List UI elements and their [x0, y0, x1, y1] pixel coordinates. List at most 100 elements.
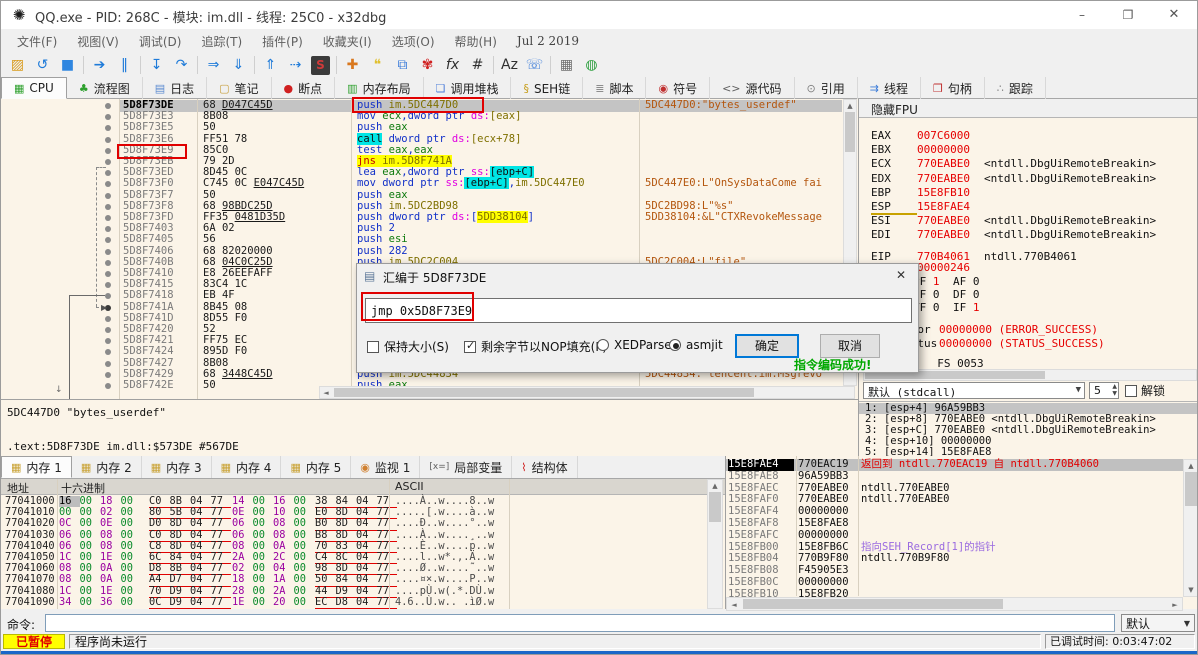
register-row[interactable]: EBX 00000000: [871, 143, 970, 156]
dump-row[interactable]: 77041090 34 00 36 00 0C D9 04 77 1E 00 20 00 EC D8 04 77…: [1, 596, 725, 609]
register-row[interactable]: EDI 770EABE0 <ntdll.DbgUiRemoteBreakin>: [871, 228, 1156, 241]
tab-引用[interactable]: ⊙ 引用: [795, 77, 858, 99]
breakpoint-dot-icon[interactable]: [105, 215, 111, 221]
scroll-thumb[interactable]: [334, 388, 754, 397]
dump-row[interactable]: 77041020 0C 00 0E 00 D0 8D 04 77 06 00 08 00 B0 8D 04 77…: [1, 518, 725, 531]
step-over-icon[interactable]: ↷: [169, 55, 194, 76]
register-row[interactable]: EDX 770EABE0 <ntdll.DbgUiRemoteBreakin>: [871, 172, 1156, 185]
breakpoint-dot-icon[interactable]: [105, 371, 111, 378]
dialog-close-button[interactable]: ✕: [887, 268, 915, 286]
scroll-up-arrow-icon[interactable]: ▲: [1184, 462, 1197, 470]
menu-item-3[interactable]: 调试(D): [129, 31, 192, 52]
breakpoint-dot-icon[interactable]: [105, 125, 111, 132]
labels-icon[interactable]: ⧉: [390, 55, 415, 76]
internet-globe-icon[interactable]: ◍: [579, 55, 604, 76]
command-combo[interactable]: 默认 ▼: [1121, 614, 1195, 632]
scroll-down-arrow-icon[interactable]: ▼: [1184, 586, 1197, 594]
checkbox-icon[interactable]: [1125, 384, 1137, 397]
scroll-up-arrow-icon[interactable]: ▲: [844, 102, 856, 110]
functions-icon[interactable]: fx: [440, 55, 465, 76]
dump-row[interactable]: 77041070 08 00 0A 00 A4 D7 04 77 18 00 1A 00 50 84 04 77…: [1, 574, 725, 587]
pause-icon[interactable]: ‖: [112, 55, 137, 76]
menu-item-6[interactable]: 收藏夹(I): [313, 31, 382, 52]
step-into-icon[interactable]: ↧: [144, 55, 169, 76]
breakpoint-dot-icon[interactable]: [105, 237, 111, 244]
radio-selected-icon[interactable]: [669, 339, 681, 351]
close-button[interactable]: ✕: [1151, 1, 1197, 29]
register-row[interactable]: ECX 770EABE0 <ntdll.DbgUiRemoteBreakin>: [871, 157, 1156, 170]
tab-流程图[interactable]: ♣ 流程图: [67, 77, 143, 99]
breakpoint-dot-icon[interactable]: [105, 170, 111, 177]
breakpoint-dot-icon[interactable]: [105, 360, 111, 367]
step-out-icon[interactable]: ⇓: [226, 55, 251, 76]
xedparse-radio[interactable]: XEDParse: [597, 338, 672, 352]
run-icon[interactable]: ➔: [87, 55, 112, 76]
tab-内存 3[interactable]: ▦ 内存 3: [142, 456, 212, 478]
breakpoint-dot-icon[interactable]: [105, 259, 111, 266]
tab-内存 4[interactable]: ▦ 内存 4: [212, 456, 282, 478]
command-input[interactable]: [45, 614, 1115, 632]
scroll-thumb[interactable]: [1185, 472, 1197, 506]
tab-结构体[interactable]: ⌇ 结构体: [512, 456, 578, 478]
memory-dump-pane[interactable]: ▦ 内存 1 ▦ 内存 2 ▦ 内存 3 ▦ 内存 4 ▦ 内存 5 ◉ 监视 1 [x=] 局部变量 ⌇ 结…: [1, 456, 726, 609]
stack-pane[interactable]: 15E8FAE4 770EAC19 返回到 ntdll.770EAC19 自 ntd…: [726, 456, 1197, 609]
stack-vertical-scrollbar[interactable]: ▲ ▼: [1183, 459, 1197, 597]
tab-线程[interactable]: ⇉ 线程: [858, 77, 921, 99]
breakpoint-dot-icon[interactable]: [105, 147, 111, 154]
tab-调用堆栈[interactable]: ❏ 调用堆栈: [424, 77, 512, 99]
minimize-button[interactable]: –: [1059, 1, 1105, 29]
tab-监视 1[interactable]: ◉ 监视 1: [351, 456, 421, 478]
breakpoint-dot-icon[interactable]: [105, 226, 111, 233]
tab-内存 1[interactable]: ▦ 内存 1: [1, 456, 72, 478]
unlock-checkbox[interactable]: 解锁: [1125, 382, 1165, 399]
scylla-icon[interactable]: S: [311, 55, 330, 75]
breakpoint-dot-icon[interactable]: [105, 349, 111, 356]
argument-count-stepper[interactable]: 5 ▲ ▼: [1089, 382, 1119, 399]
tab-源代码[interactable]: <> 源代码: [710, 77, 795, 99]
breakpoint-dot-icon[interactable]: [105, 192, 111, 199]
breakpoint-dot-icon[interactable]: [105, 383, 111, 389]
stop-icon[interactable]: ■: [55, 55, 80, 76]
ok-button[interactable]: 确定: [735, 334, 799, 358]
menu-item-8[interactable]: 帮助(H): [445, 31, 507, 52]
breakpoint-dot-icon[interactable]: [105, 282, 111, 289]
menu-item-4[interactable]: 追踪(T): [191, 31, 252, 52]
register-row[interactable]: EAX 007C6000: [871, 129, 970, 142]
arguments-pane[interactable]: 1: [esp+4] 96A59BB3 2: [esp+8] 770EABE0 <…: [859, 401, 1197, 458]
nop-fill-checkbox[interactable]: 剩余字节以NOP填充(F): [464, 338, 607, 355]
menu-item-5[interactable]: 插件(P): [252, 31, 313, 52]
scroll-up-arrow-icon[interactable]: ▲: [708, 482, 722, 490]
tab-内存 5[interactable]: ▦ 内存 5: [281, 456, 352, 478]
comments-icon[interactable]: ❝: [365, 55, 390, 76]
tab-日志[interactable]: ▤ 日志: [143, 77, 208, 99]
checkbox-icon[interactable]: [367, 340, 379, 353]
menu-item-2[interactable]: 视图(V): [67, 31, 129, 52]
breakpoint-dot-icon[interactable]: [105, 159, 111, 165]
attach-device-icon[interactable]: ☏: [522, 55, 547, 76]
patches-icon[interactable]: ✚: [340, 55, 365, 76]
scroll-thumb[interactable]: [743, 599, 1003, 609]
tab-句柄[interactable]: ❒ 句柄: [921, 77, 985, 99]
asmjit-radio[interactable]: asmjit: [669, 338, 723, 352]
hide-fpu-button[interactable]: 隐藏FPU: [859, 99, 1197, 118]
scroll-right-arrow-icon[interactable]: ►: [1170, 601, 1180, 609]
breakpoint-dot-icon[interactable]: [105, 338, 111, 345]
scroll-thumb[interactable]: [845, 112, 855, 152]
breakpoint-dot-icon[interactable]: [105, 315, 111, 322]
tab-内存 2[interactable]: ▦ 内存 2: [72, 456, 142, 478]
calculator-icon[interactable]: ▦: [554, 55, 579, 76]
dump-vertical-scrollbar[interactable]: ▲: [707, 479, 723, 609]
keep-size-checkbox[interactable]: 保持大小(S): [367, 338, 449, 355]
run-to-user-code-icon[interactable]: ⇑: [258, 55, 283, 76]
tab-SEH链[interactable]: § SEH链: [511, 77, 584, 99]
calling-convention-combo[interactable]: 默认 (stdcall) ▼: [863, 382, 1085, 399]
scroll-left-arrow-icon[interactable]: ◄: [729, 601, 739, 609]
menu-item-7[interactable]: 选项(O): [382, 31, 445, 52]
checkbox-checked-icon[interactable]: [464, 339, 476, 353]
breakpoint-dot-icon[interactable]: [105, 271, 111, 277]
trace-into-user-icon[interactable]: ⇢: [283, 55, 308, 76]
breakpoint-dot-icon[interactable]: [105, 181, 111, 188]
breakpoint-dot-icon[interactable]: [105, 248, 111, 255]
breakpoint-dot-icon[interactable]: [105, 103, 111, 109]
execute-till-return-icon[interactable]: ⇒: [201, 55, 226, 76]
